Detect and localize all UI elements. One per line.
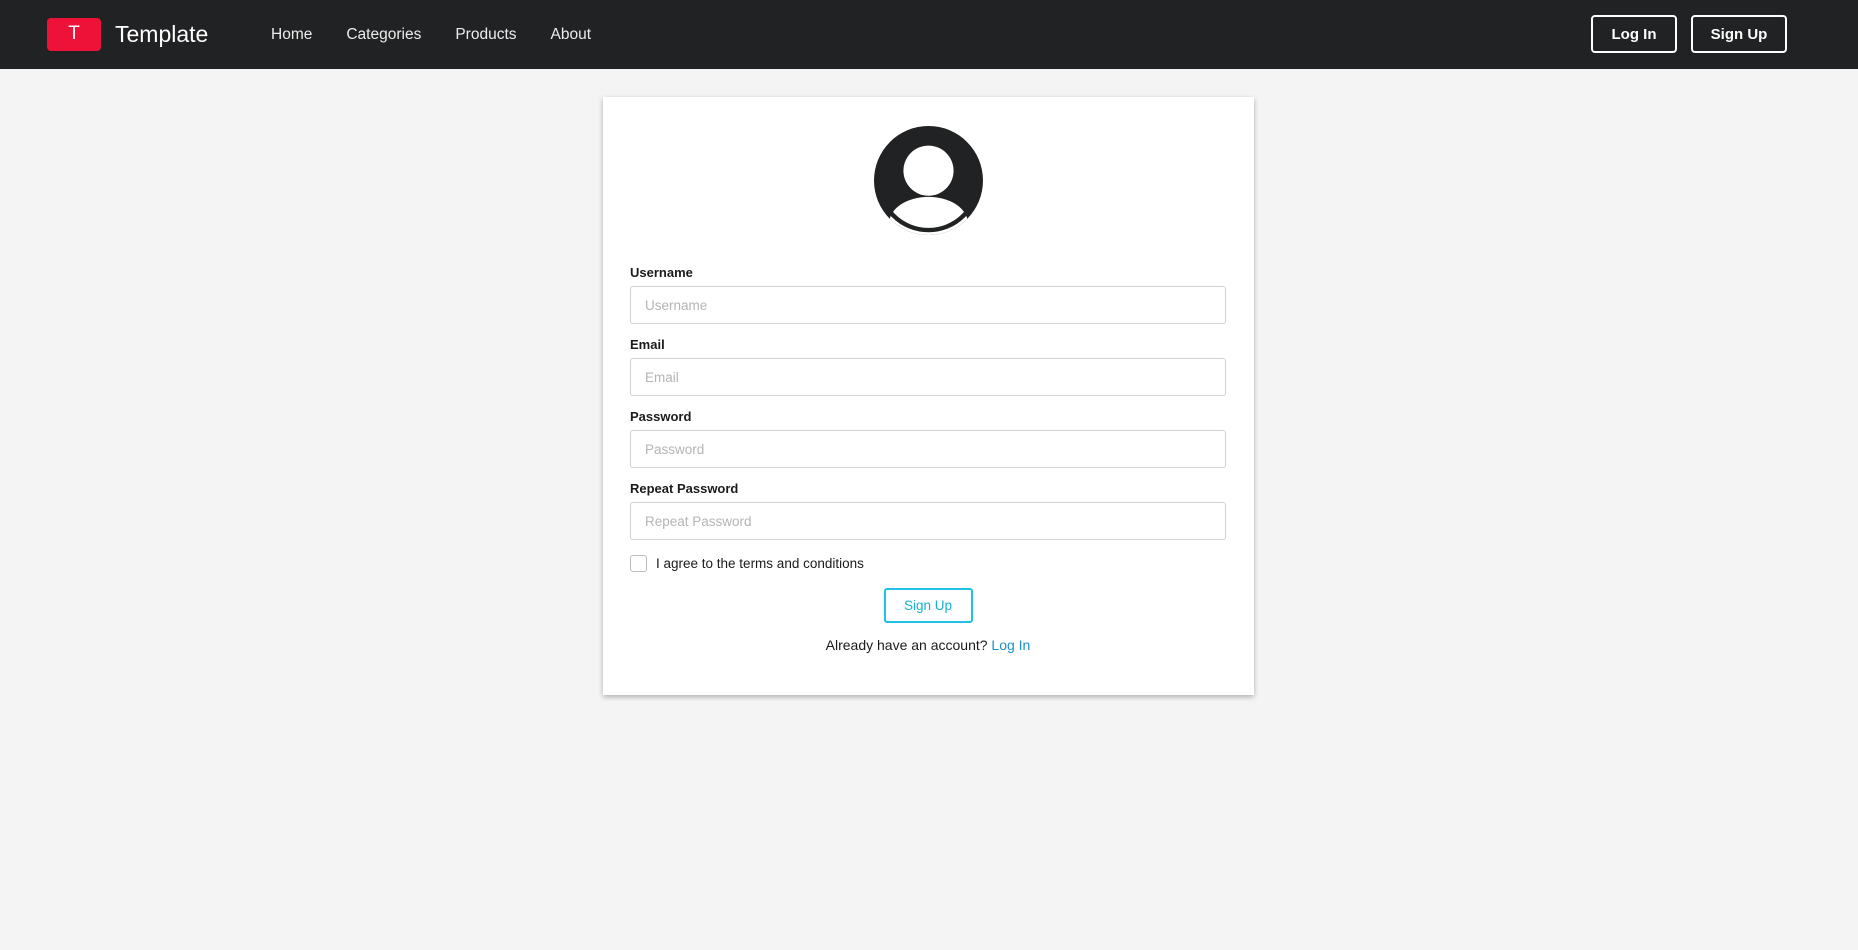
email-label: Email xyxy=(630,337,665,352)
signup-form: Username Email Password Repeat Password … xyxy=(630,265,1226,653)
user-circle-icon xyxy=(874,126,983,235)
signup-button[interactable]: Sign Up xyxy=(1691,15,1787,53)
email-input[interactable] xyxy=(630,358,1226,396)
brand-mark: T xyxy=(47,17,101,51)
password-input[interactable] xyxy=(630,430,1226,468)
brand-name: Template xyxy=(115,21,209,47)
main-nav: Home Categories Products About xyxy=(271,0,625,69)
signup-card: Username Email Password Repeat Password … xyxy=(603,97,1254,695)
top-navbar: T Template Home Categories Products Abou… xyxy=(0,0,1858,69)
login-button[interactable]: Log In xyxy=(1591,15,1677,53)
brand-logo[interactable]: T Template xyxy=(47,17,208,51)
repeat-password-label: Repeat Password xyxy=(630,481,739,496)
nav-link-categories[interactable]: Categories xyxy=(346,26,421,44)
terms-checkbox[interactable] xyxy=(630,554,647,572)
nav-link-home[interactable]: Home xyxy=(271,26,312,44)
nav-link-products[interactable]: Products xyxy=(455,26,516,44)
signup-submit-button[interactable]: Sign Up xyxy=(883,588,973,623)
login-link[interactable]: Log In xyxy=(991,637,1030,653)
username-field-group: Username xyxy=(630,265,1226,324)
repeat-password-input[interactable] xyxy=(630,502,1226,540)
password-field-group: Password xyxy=(630,409,1226,468)
password-label: Password xyxy=(630,409,692,424)
login-prompt-text: Already have an account? xyxy=(825,637,988,653)
username-label: Username xyxy=(630,265,693,280)
username-input[interactable] xyxy=(630,286,1226,324)
repeat-password-field-group: Repeat Password xyxy=(630,481,1226,540)
terms-row: I agree to the terms and conditions xyxy=(630,554,1226,572)
submit-wrap: Sign Up xyxy=(630,588,1226,623)
terms-label: I agree to the terms and conditions xyxy=(656,555,864,571)
email-field-group: Email xyxy=(630,337,1226,396)
login-prompt: Already have an account? Log In xyxy=(630,637,1226,653)
auth-buttons: Log In Sign Up xyxy=(1591,15,1787,53)
nav-link-about[interactable]: About xyxy=(551,26,592,44)
